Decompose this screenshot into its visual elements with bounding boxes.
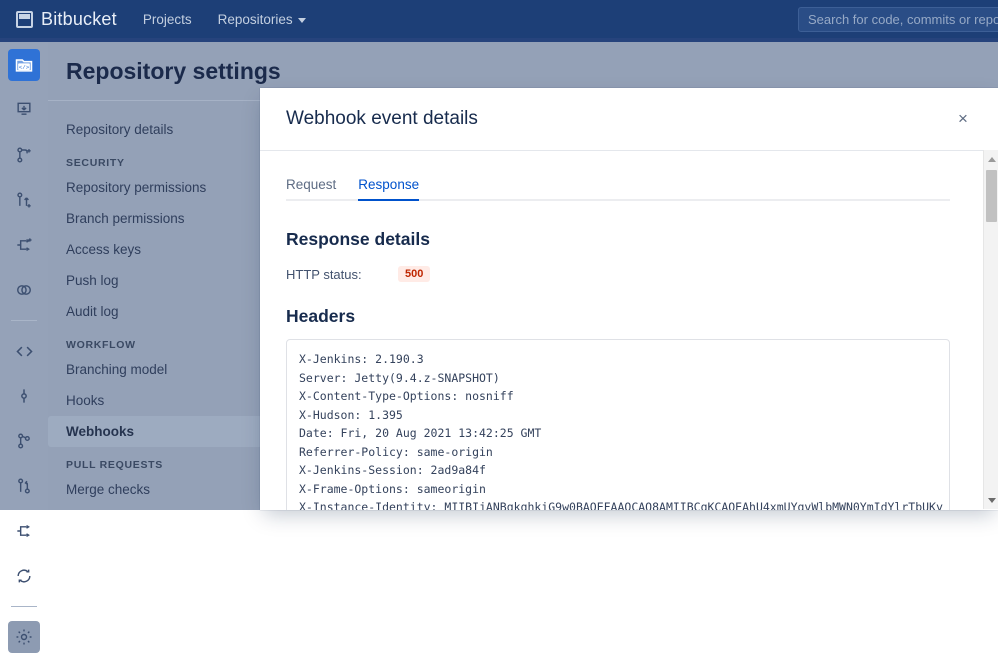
nav-item-repositories[interactable]: Repositories bbox=[218, 12, 306, 27]
tab-request[interactable]: Request bbox=[286, 177, 336, 199]
sidebar-divider bbox=[48, 100, 278, 101]
nav-item-projects-label: Projects bbox=[142, 11, 192, 27]
builds-icon[interactable] bbox=[8, 560, 40, 592]
search-input[interactable]: Search for code, commits or repos bbox=[798, 7, 998, 32]
search-placeholder: Search for code, commits or repos bbox=[808, 12, 998, 27]
sidebar-heading-workflow: WORKFLOW bbox=[66, 339, 136, 351]
source-code-icon[interactable] bbox=[8, 335, 40, 367]
scrollbar-thumb[interactable] bbox=[986, 170, 997, 222]
modal-tabs: Request Response bbox=[286, 151, 950, 201]
webhook-event-details-modal: Webhook event details × Request Response… bbox=[260, 88, 998, 510]
response-details-heading: Response details bbox=[286, 229, 430, 249]
sidebar-item-push-log[interactable]: Push log bbox=[48, 265, 270, 296]
forks-icon[interactable] bbox=[8, 515, 40, 547]
sidebar-item-branching-model[interactable]: Branching model bbox=[48, 354, 270, 385]
scroll-down-arrow-icon[interactable] bbox=[984, 493, 998, 507]
page-title: Repository settings bbox=[66, 58, 281, 84]
sidebar-heading-security: SECURITY bbox=[66, 157, 125, 169]
sidebar-item-branch-permissions[interactable]: Branch permissions bbox=[48, 203, 270, 234]
sidebar-item-webhooks[interactable]: Webhooks bbox=[48, 416, 262, 447]
commits-icon[interactable] bbox=[8, 380, 40, 412]
branches-icon[interactable] bbox=[8, 425, 40, 457]
modal-header: Webhook event details × bbox=[260, 88, 998, 150]
create-branch-icon[interactable] bbox=[8, 139, 40, 171]
create-fork-icon[interactable] bbox=[8, 229, 40, 261]
bitbucket-logo-icon bbox=[16, 10, 33, 28]
bitbucket-logo[interactable]: Bitbucket bbox=[16, 9, 117, 30]
bitbucket-logo-text: Bitbucket bbox=[41, 8, 117, 29]
settings-gear-icon[interactable] bbox=[8, 621, 40, 653]
scroll-up-arrow-icon[interactable] bbox=[984, 152, 998, 166]
headers-code-text: X-Jenkins: 2.190.3 Server: Jetty(9.4.z-S… bbox=[299, 352, 943, 510]
status-badge: 500 bbox=[398, 266, 431, 282]
top-navigation-bar: Bitbucket Projects Repositories Search f… bbox=[0, 0, 998, 38]
sidebar-item-hooks[interactable]: Hooks bbox=[48, 385, 270, 416]
modal-title: Webhook event details bbox=[286, 108, 478, 129]
sidebar-item-merge-checks[interactable]: Merge checks bbox=[48, 474, 270, 505]
rail-divider bbox=[11, 320, 37, 321]
modal-body: Request Response Response details HTTP s… bbox=[260, 151, 998, 510]
sidebar-item-audit-log[interactable]: Audit log bbox=[48, 296, 270, 327]
http-status-label: HTTP status: bbox=[286, 266, 362, 282]
global-icon-rail: </> bbox=[0, 42, 48, 653]
pull-requests-icon[interactable] bbox=[8, 470, 40, 502]
settings-sidebar-nav: Repository details SECURITY Repository per… bbox=[48, 114, 270, 505]
rail-divider-bottom bbox=[11, 606, 37, 607]
chevron-down-icon bbox=[297, 17, 306, 23]
nav-item-projects[interactable]: Projects bbox=[143, 12, 192, 27]
sidebar-item-repository-permissions[interactable]: Repository permissions bbox=[48, 172, 270, 203]
tab-response[interactable]: Response bbox=[358, 177, 419, 201]
repository-icon[interactable]: </> bbox=[8, 49, 40, 81]
nav-item-repositories-label: Repositories bbox=[217, 11, 293, 27]
sidebar-heading-pull-requests: PULL REQUESTS bbox=[66, 459, 164, 471]
clone-icon[interactable] bbox=[8, 94, 40, 126]
create-pull-request-icon[interactable] bbox=[8, 184, 40, 216]
sidebar-item-access-keys[interactable]: Access keys bbox=[48, 234, 270, 265]
svg-text:</>: </> bbox=[19, 64, 30, 71]
modal-scrollbar[interactable] bbox=[983, 150, 998, 509]
headers-code-block[interactable]: X-Jenkins: 2.190.3 Server: Jetty(9.4.z-S… bbox=[286, 339, 950, 510]
compare-icon[interactable] bbox=[8, 274, 40, 306]
sidebar-item-repository-details[interactable]: Repository details bbox=[48, 114, 270, 145]
http-status-row: HTTP status: 500 bbox=[286, 266, 972, 282]
close-icon[interactable]: × bbox=[952, 108, 974, 130]
topbar-underline bbox=[0, 38, 998, 42]
headers-heading: Headers bbox=[286, 306, 356, 326]
